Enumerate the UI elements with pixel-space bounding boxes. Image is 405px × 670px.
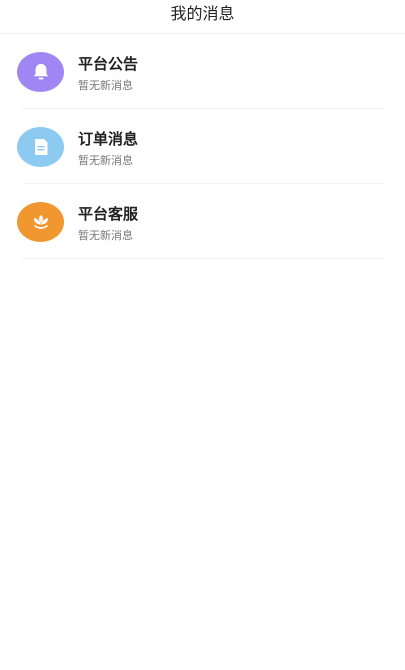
message-item-order-messages[interactable]: 订单消息 暂无新消息 xyxy=(0,109,405,184)
service-avatar xyxy=(17,202,64,242)
message-title: 平台客服 xyxy=(78,205,139,223)
header: 我的消息 xyxy=(0,0,405,34)
message-subtitle: 暂无新消息 xyxy=(78,229,133,242)
order-avatar xyxy=(17,127,64,167)
document-icon xyxy=(34,139,47,155)
message-item-platform-announcement[interactable]: 平台公告 暂无新消息 xyxy=(0,34,405,109)
message-list: 平台公告 暂无新消息 订单消息 暂无新消息 平台客服 暂无新消息 xyxy=(0,34,405,259)
announcement-avatar xyxy=(17,52,64,92)
message-title: 平台公告 xyxy=(78,55,139,73)
message-item-customer-service[interactable]: 平台客服 暂无新消息 xyxy=(0,184,405,259)
bell-icon xyxy=(33,64,48,80)
message-title: 订单消息 xyxy=(78,130,139,148)
flower-icon xyxy=(33,215,48,229)
message-subtitle: 暂无新消息 xyxy=(78,79,133,92)
message-subtitle: 暂无新消息 xyxy=(78,154,133,167)
divider xyxy=(22,258,383,259)
page-title: 我的消息 xyxy=(170,4,235,23)
